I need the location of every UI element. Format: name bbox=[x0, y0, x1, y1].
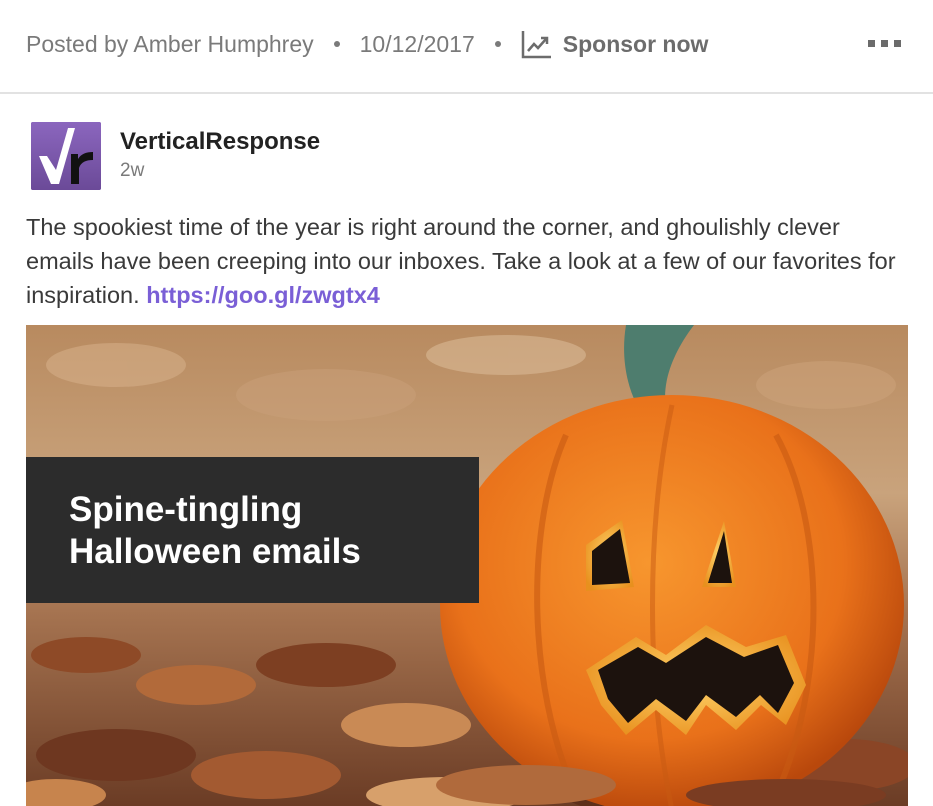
post-body: The spookiest time of the year is right … bbox=[26, 210, 906, 312]
separator-dot bbox=[333, 41, 340, 47]
company-logo[interactable] bbox=[31, 122, 101, 190]
company-name[interactable]: VerticalResponse bbox=[120, 128, 320, 156]
post-date: 10/12/2017 bbox=[359, 30, 475, 57]
posted-by-text: Posted by Amber Humphrey bbox=[26, 30, 314, 57]
post-meta: Posted by Amber Humphrey 10/12/2017 Spon… bbox=[26, 28, 708, 60]
post-header-bar: Posted by Amber Humphrey 10/12/2017 Spon… bbox=[0, 0, 933, 94]
post-image[interactable]: Spine-tingling Halloween emails bbox=[26, 325, 908, 806]
more-options-icon[interactable] bbox=[868, 40, 901, 47]
sponsor-now-button[interactable]: Sponsor now bbox=[521, 28, 709, 60]
separator-dot bbox=[494, 41, 501, 47]
post-age: 2w bbox=[120, 160, 145, 181]
company-header: VerticalResponse 2w bbox=[31, 122, 320, 190]
post-link[interactable]: https://goo.gl/zwgtx4 bbox=[146, 282, 380, 308]
image-caption-box: Spine-tingling Halloween emails bbox=[26, 457, 479, 603]
sponsor-now-label: Sponsor now bbox=[562, 30, 709, 57]
image-caption: Spine-tingling Halloween emails bbox=[69, 490, 361, 571]
trending-up-icon bbox=[521, 31, 551, 59]
